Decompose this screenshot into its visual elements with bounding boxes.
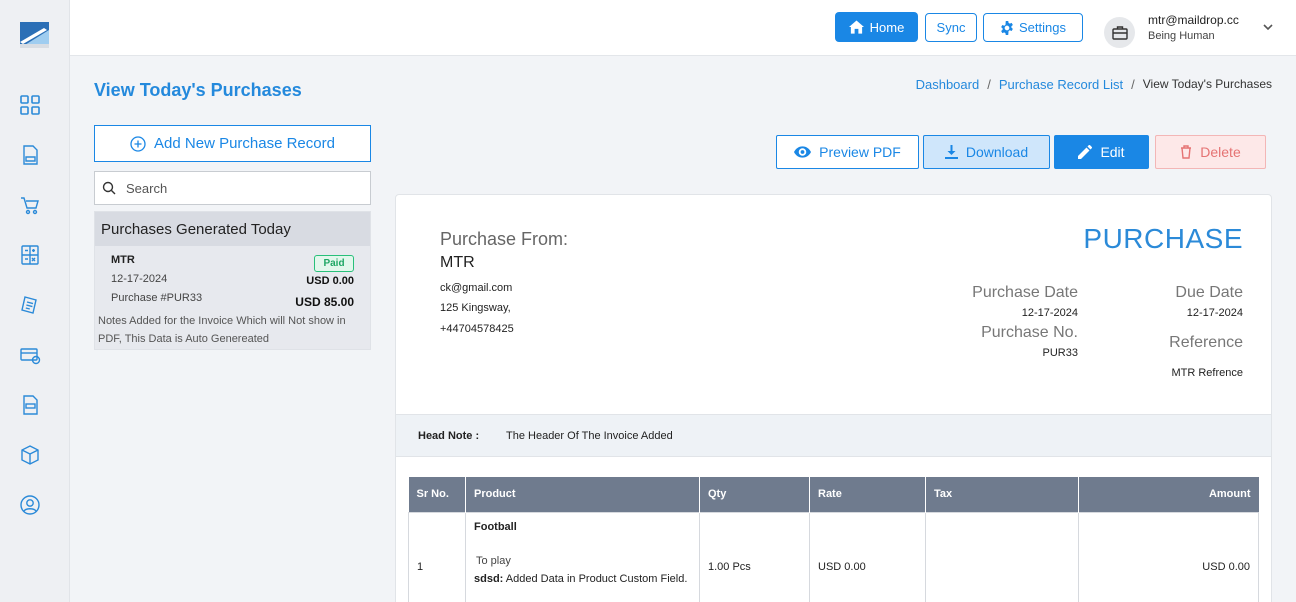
eye-icon — [794, 146, 812, 158]
list-item-note: Notes Added for the Invoice Which will N… — [98, 315, 346, 345]
purchase-no-value: PUR33 — [1042, 347, 1078, 359]
download-icon — [944, 145, 958, 159]
user-icon[interactable] — [19, 494, 41, 516]
receipt-icon[interactable] — [19, 294, 41, 316]
trash-icon — [1181, 145, 1192, 159]
page-title: View Today's Purchases — [94, 80, 302, 100]
reference-value: MTR Refrence — [1171, 367, 1243, 379]
vendor-address: 125 Kingsway, — [440, 302, 511, 314]
document-icon[interactable] — [19, 394, 41, 416]
dashboard-grid-icon[interactable] — [19, 94, 41, 116]
settings-button-label: Settings — [1019, 20, 1066, 35]
breadcrumb-current: View Today's Purchases — [1142, 77, 1272, 91]
purchase-no-label: Purchase No. — [981, 324, 1078, 341]
cell-amount: USD 0.00 — [1078, 511, 1259, 602]
head-note-text: The Header Of The Invoice Added — [506, 430, 673, 442]
column-header-sr-no: Sr No. — [408, 477, 466, 512]
add-purchase-record-button[interactable]: Add New Purchase Record — [94, 125, 371, 162]
product-name: Football — [474, 520, 517, 533]
cell-product: Football To play sdsd: Added Data in Pro… — [465, 511, 700, 602]
items-table: Sr No. Product Qty Rate Tax Amount 1 Foo… — [408, 477, 1259, 602]
breadcrumb-dashboard[interactable]: Dashboard — [916, 77, 980, 92]
app-logo[interactable] — [20, 22, 49, 48]
chevron-down-icon[interactable] — [1261, 20, 1275, 34]
list-item-name: MTR — [111, 254, 135, 266]
user-email[interactable]: mtr@maildrop.cc — [1148, 13, 1239, 27]
column-header-tax: Tax — [925, 477, 1079, 512]
preview-pdf-label: Preview PDF — [819, 144, 901, 160]
breadcrumb-separator: / — [1131, 77, 1135, 92]
delete-button[interactable]: Delete — [1155, 135, 1266, 169]
reference-label: Reference — [1169, 334, 1243, 351]
plus-circle-icon — [130, 135, 146, 152]
list-item-total: USD 85.00 — [295, 295, 354, 309]
pencil-icon — [1078, 145, 1093, 159]
vendor-phone: +44704578425 — [440, 323, 514, 335]
custom-field-value: Added Data in Product Custom Field. — [505, 572, 688, 585]
cell-tax — [925, 511, 1079, 602]
settings-button[interactable]: Settings — [983, 13, 1083, 42]
home-button[interactable]: Home — [835, 12, 918, 42]
due-date-value: 12-17-2024 — [1186, 307, 1243, 319]
vendor-name: MTR — [440, 254, 475, 271]
column-header-amount: Amount — [1078, 477, 1259, 512]
cell-qty: 1.00 Pcs — [699, 511, 810, 602]
download-label: Download — [965, 144, 1029, 160]
list-item-number: Purchase #PUR33 — [111, 292, 203, 304]
purchase-from-label: Purchase From: — [440, 229, 569, 249]
user-subtitle: Being Human — [1148, 30, 1215, 42]
purchase-date-value: 12-17-2024 — [1021, 307, 1078, 319]
status-badge: Paid — [314, 255, 354, 272]
edit-button[interactable]: Edit — [1054, 135, 1149, 169]
calculator-icon[interactable] — [19, 244, 41, 266]
column-header-rate: Rate — [809, 477, 926, 512]
cart-icon[interactable] — [19, 194, 41, 216]
invoice-title: PURCHASE — [1083, 223, 1243, 254]
table-row: 1 Football To play sdsd: Added Data in P… — [408, 511, 1259, 602]
due-date-label: Due Date — [1175, 284, 1243, 301]
custom-field-label: sdsd: — [474, 572, 504, 585]
add-purchase-record-label: Add New Purchase Record — [154, 135, 335, 152]
sync-button[interactable]: Sync — [925, 13, 977, 42]
search-box[interactable] — [94, 171, 371, 205]
payment-card-icon[interactable] — [19, 344, 41, 366]
breadcrumb-purchase-record-list[interactable]: Purchase Record List — [999, 77, 1123, 92]
purchase-date-label: Purchase Date — [972, 284, 1078, 301]
search-input[interactable] — [126, 180, 346, 196]
list-header: Purchases Generated Today — [95, 212, 370, 246]
cell-rate: USD 0.00 — [809, 511, 926, 602]
table-header-row: Sr No. Product Qty Rate Tax Amount — [408, 477, 1259, 512]
column-header-product: Product — [465, 477, 700, 512]
breadcrumb-separator: / — [987, 77, 991, 92]
product-description: To play — [476, 554, 511, 567]
sync-button-label: Sync — [936, 20, 966, 35]
search-icon — [102, 181, 116, 195]
box-icon[interactable] — [19, 444, 41, 466]
invoice-icon[interactable] — [19, 144, 41, 166]
download-button[interactable]: Download — [923, 135, 1050, 169]
purchase-list: Purchases Generated Today MTR 12-17-2024… — [94, 211, 371, 350]
avatar[interactable] — [1104, 17, 1135, 48]
vendor-email: ck@gmail.com — [440, 282, 513, 294]
delete-label: Delete — [1200, 144, 1241, 160]
head-note-bar: Head Note : The Header Of The Invoice Ad… — [396, 414, 1271, 457]
preview-pdf-button[interactable]: Preview PDF — [776, 135, 919, 169]
briefcase-icon — [1111, 25, 1128, 40]
home-icon — [848, 20, 864, 34]
invoice-preview: Purchase From: MTR ck@gmail.com 125 King… — [395, 194, 1272, 602]
product-custom-field: sdsd: Added Data in Product Custom Field… — [474, 573, 687, 585]
sidebar — [0, 0, 70, 602]
home-button-label: Home — [869, 19, 905, 35]
list-item-amount-paid: USD 0.00 — [306, 275, 354, 287]
edit-label: Edit — [1100, 144, 1125, 160]
breadcrumb: Dashboard / Purchase Record List / View … — [916, 77, 1272, 92]
cell-sr-no: 1 — [408, 511, 466, 602]
top-bar: Home Sync Settings mtr@maildrop.cc Being… — [70, 0, 1296, 56]
head-note-label: Head Note : — [418, 430, 480, 442]
list-item-date: 12-17-2024 — [111, 273, 168, 285]
gear-icon — [1001, 20, 1013, 35]
column-header-qty: Qty — [699, 477, 810, 512]
